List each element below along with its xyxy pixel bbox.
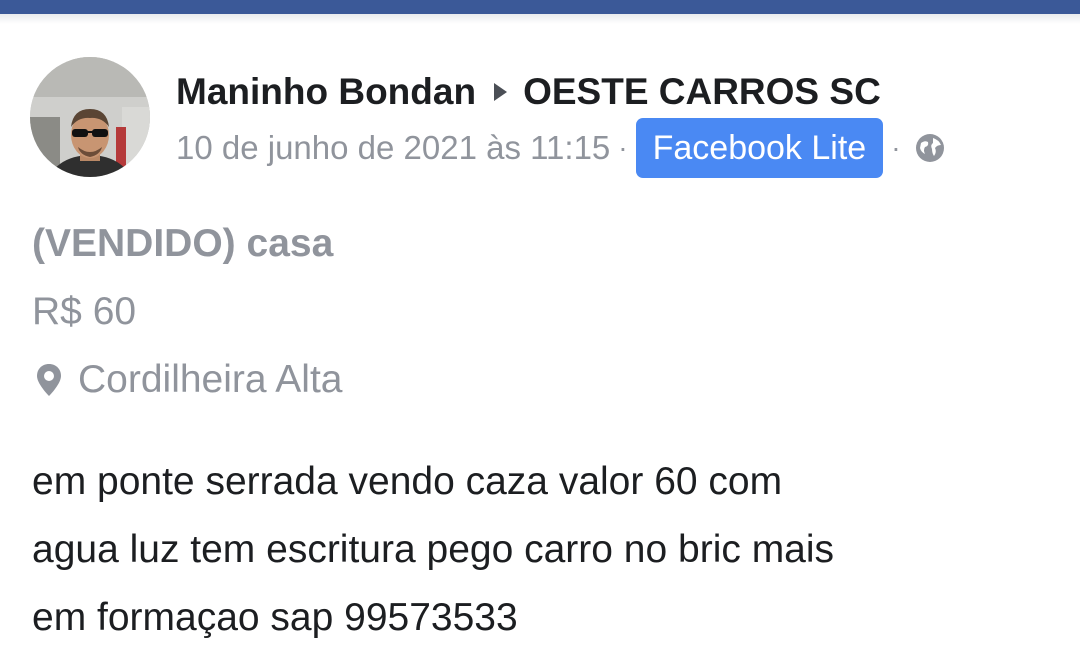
location-label: Cordilheira Alta [78,358,343,401]
map-pin-icon [37,364,61,396]
group-name[interactable]: OESTE CARROS SC [523,71,881,113]
feed-post: Maninho Bondan OESTE CARROS SC 10 de jun… [0,24,1080,665]
post-body: em ponte serrada vendo caza valor 60 com… [32,448,1062,652]
avatar[interactable] [30,57,150,177]
post-timestamp[interactable]: 10 de junho de 2021 às 11:15 [176,129,610,167]
arrow-right-icon [494,83,508,101]
globe-icon [915,134,944,162]
meta-separator: · [618,132,628,163]
body-line: agua luz tem escritura pego carro no bri… [32,528,835,571]
profile-photo-icon [30,57,150,177]
app-top-bar [0,0,1080,14]
post-header: Maninho Bondan OESTE CARROS SC [176,70,881,114]
body-line: em formaçao sap 99573533 [32,596,518,639]
listing-price: R$ 60 [32,290,137,333]
author-name[interactable]: Maninho Bondan [176,71,476,113]
top-bar-shadow [0,14,1080,24]
meta-separator-2: · [891,132,901,163]
body-line: em ponte serrada vendo caza valor 60 com [32,460,783,503]
app-badge[interactable]: Facebook Lite [635,118,884,178]
listing-title: (VENDIDO) casa [32,222,334,265]
listing-location: Cordilheira Alta [32,356,342,404]
post-meta: 10 de junho de 2021 às 11:15 · Facebook … [176,118,945,178]
